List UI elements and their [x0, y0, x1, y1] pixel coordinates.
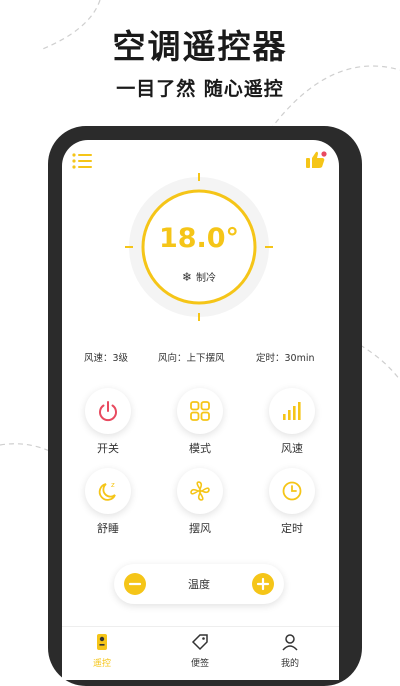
moon-sleep-icon: z — [98, 481, 116, 501]
plus-icon — [256, 577, 270, 591]
sleep-button[interactable]: z 舒睡 — [78, 468, 138, 536]
swing-status: 风向：上下摆风 — [158, 353, 225, 364]
power-button[interactable]: 开关 — [78, 388, 138, 456]
mode-button-label: 模式 — [189, 442, 211, 455]
fan-speed-status: 风速：3级 — [84, 353, 129, 364]
promo-subtitle: 一目了然 随心遥控 — [116, 78, 284, 100]
swing-label: 摆风 — [189, 522, 211, 535]
tag-icon — [191, 634, 208, 651]
clock-icon — [282, 481, 302, 501]
remote-icon — [97, 634, 107, 650]
fan-speed-button[interactable]: 风速 — [262, 388, 322, 456]
power-label: 开关 — [97, 442, 119, 455]
temperature-increase-button[interactable] — [252, 573, 274, 595]
temperature-value: 18.0° — [158, 223, 240, 254]
thumbs-up-icon[interactable] — [305, 150, 327, 174]
timer-status: 定时：30min — [256, 353, 315, 364]
fan-speed-label: 风速 — [281, 442, 303, 455]
nav-label-profile: 我的 — [280, 659, 299, 669]
list-icon[interactable] — [72, 152, 94, 174]
promo-title: 空调遥控器 — [112, 27, 288, 66]
snowflake-icon: ❄ — [181, 270, 193, 284]
user-icon — [282, 634, 298, 651]
timer-button[interactable]: 定时 — [262, 468, 322, 536]
mode-label: 制冷 — [196, 273, 217, 284]
grid-icon — [190, 401, 210, 421]
bottom-nav: 遥控 便签 我的 — [62, 626, 339, 680]
power-icon — [99, 401, 117, 422]
nav-label-remote: 遥控 — [92, 659, 111, 669]
mode-indicator: ❄ 制冷 — [125, 269, 273, 284]
temperature-control: 温度 — [114, 564, 284, 604]
nav-item-remote[interactable]: 遥控 — [72, 633, 132, 669]
nav-label-notes: 便签 — [190, 659, 209, 669]
signal-bars-icon — [283, 402, 301, 420]
svg-text:z: z — [111, 481, 115, 489]
sleep-label: 舒睡 — [97, 522, 119, 535]
timer-label: 定时 — [281, 522, 303, 535]
mode-button[interactable]: 模式 — [170, 388, 230, 456]
temperature-dial: 18.0° ❄ 制冷 — [125, 173, 273, 321]
swing-button[interactable]: 摆风 — [170, 468, 230, 536]
app-screen: 18.0° ❄制冷 风速：3级 风向：上下摆风 定时：30min 开关 模式 — [62, 140, 339, 680]
nav-item-notes[interactable]: 便签 — [170, 633, 230, 669]
nav-item-profile[interactable]: 我的 — [260, 633, 320, 669]
fan-icon — [190, 481, 210, 501]
